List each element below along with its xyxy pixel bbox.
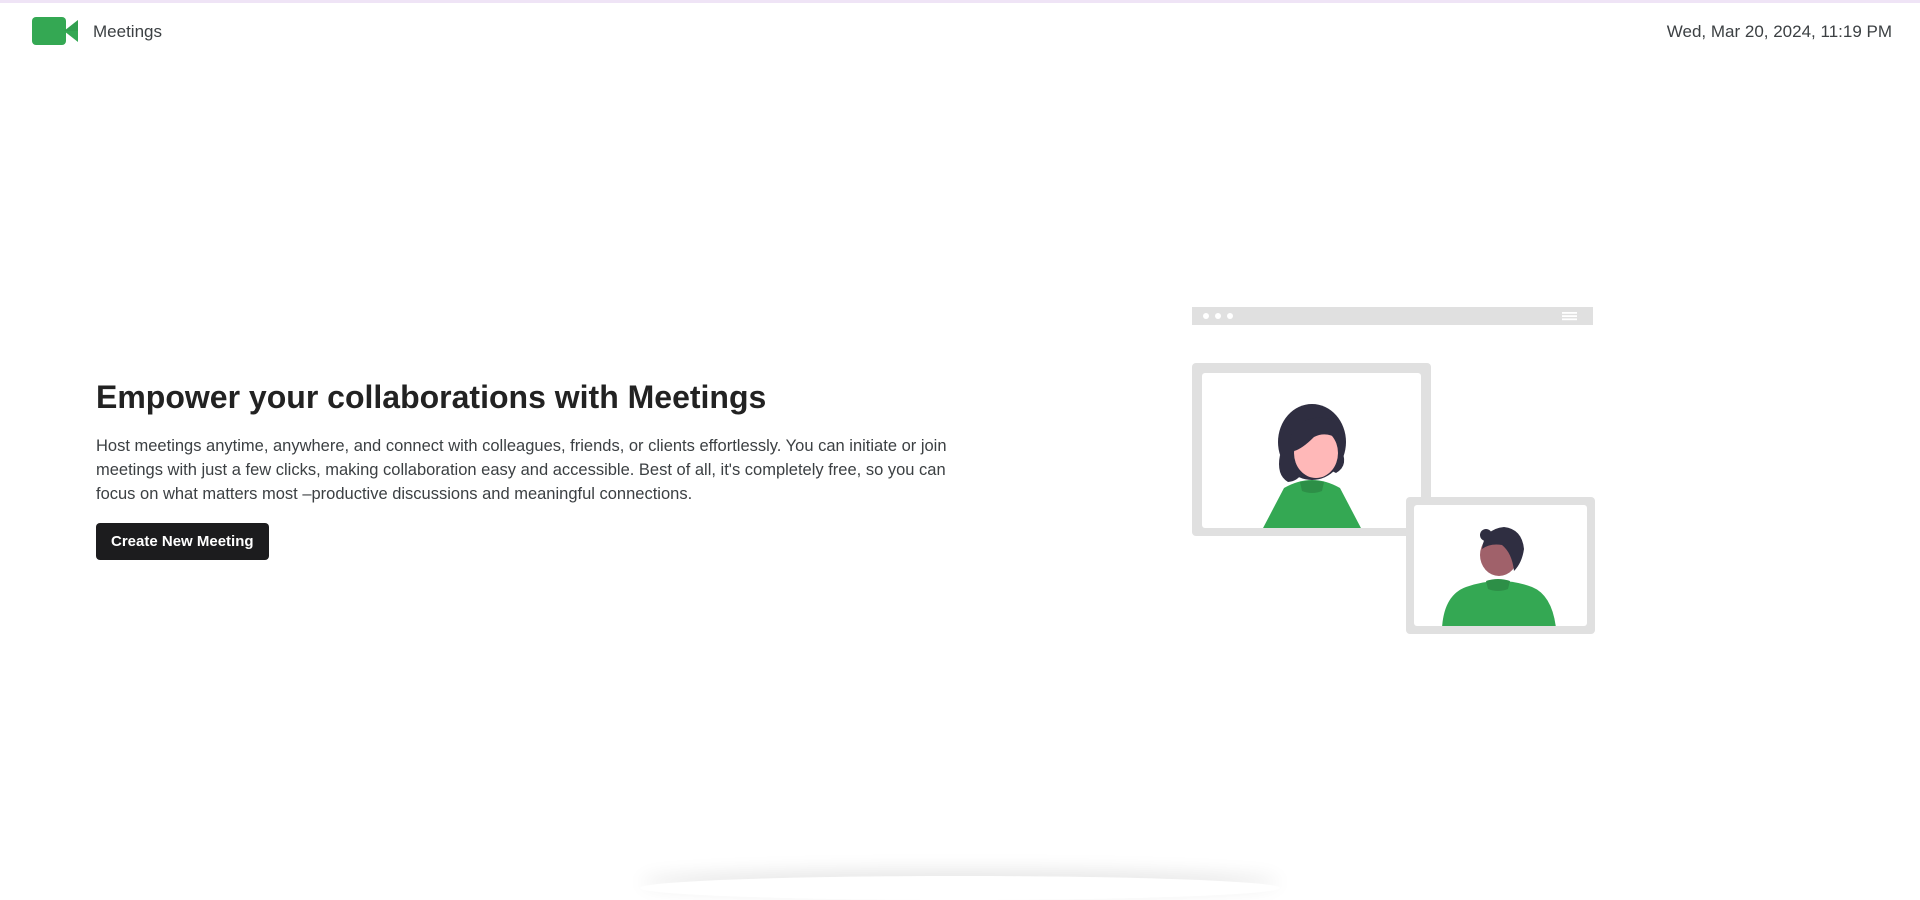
video-tile-man (1406, 497, 1595, 634)
current-datetime: Wed, Mar 20, 2024, 11:19 PM (1667, 22, 1892, 42)
hero-description: Host meetings anytime, anywhere, and con… (96, 434, 966, 506)
page-title: Empower your collaborations with Meeting… (96, 374, 976, 420)
browser-bar (1192, 307, 1593, 325)
app-header: Meetings Wed, Mar 20, 2024, 11:19 PM (0, 3, 1920, 59)
video-tile-woman (1192, 363, 1431, 536)
create-new-meeting-button[interactable]: Create New Meeting (96, 523, 269, 560)
video-call-illustration (1190, 305, 1595, 635)
app-name: Meetings (93, 22, 162, 42)
video-camera-icon[interactable] (32, 17, 78, 45)
hero-section: Empower your collaborations with Meeting… (96, 374, 976, 560)
